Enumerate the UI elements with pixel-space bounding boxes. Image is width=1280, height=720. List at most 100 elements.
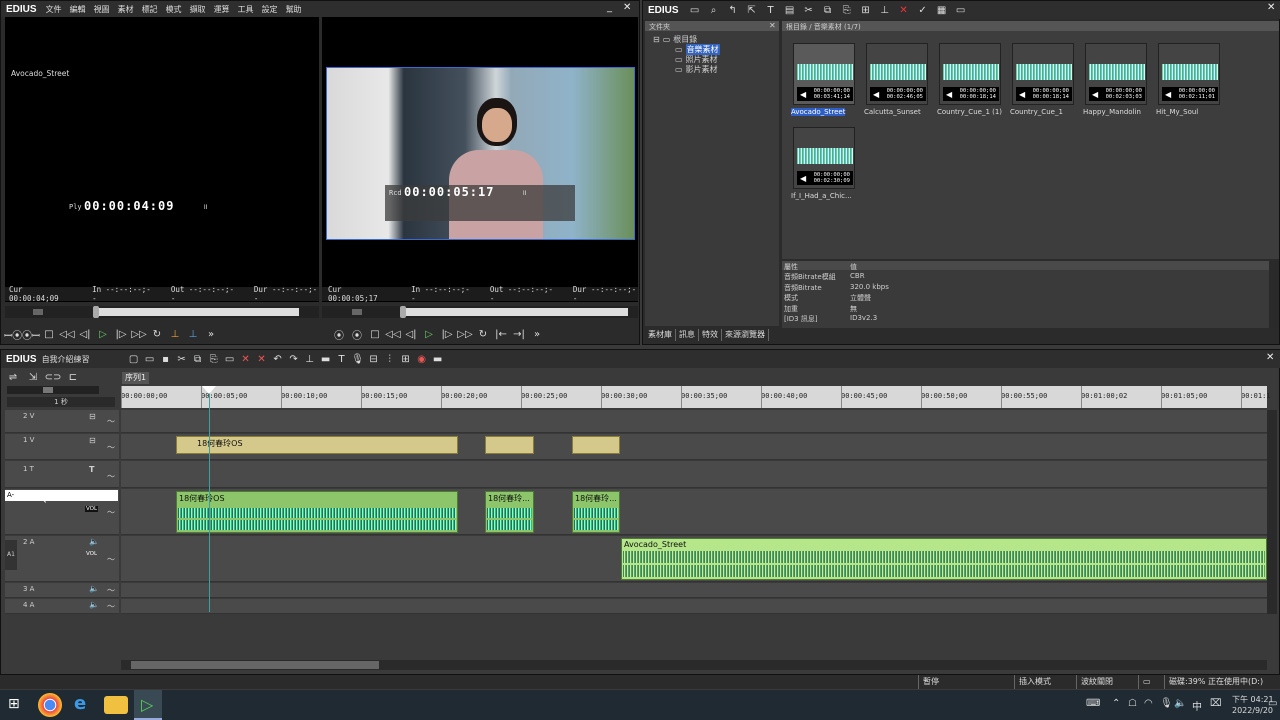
menu-help[interactable]: 幫助 bbox=[282, 4, 306, 15]
snap-icon[interactable]: ⇲ bbox=[25, 370, 41, 384]
time-scale[interactable]: 1 秒 bbox=[7, 397, 115, 407]
video-clip[interactable]: 18何春玲OS bbox=[176, 436, 458, 454]
props-scrollbar[interactable] bbox=[1269, 261, 1279, 328]
set-in-icon[interactable]: ⦿ bbox=[331, 327, 347, 342]
more-icon[interactable]: » bbox=[203, 327, 219, 341]
collapse-icon[interactable]: ⊟ bbox=[653, 35, 660, 44]
color-bar-icon[interactable]: ▤ bbox=[782, 3, 798, 17]
clip-name[interactable]: Country_Cue_1 (1) bbox=[937, 108, 1002, 116]
new-sequence-icon[interactable]: ▢ bbox=[126, 352, 142, 366]
keyboard-icon[interactable]: ⌨ bbox=[1086, 698, 1100, 709]
menu-capture[interactable]: 擷取 bbox=[186, 4, 210, 15]
vertical-scrollbar[interactable] bbox=[1267, 410, 1277, 614]
track-name-input[interactable]: A- bbox=[5, 490, 118, 501]
rewind-icon[interactable]: ◁◁ bbox=[385, 327, 401, 341]
zoom-slider[interactable] bbox=[7, 386, 99, 394]
windows-start-icon[interactable]: ⊞ bbox=[8, 696, 20, 712]
track-header-2a[interactable]: A1 2 A 🔈 VOL 〜 bbox=[5, 536, 119, 582]
play-icon[interactable]: ▷ bbox=[421, 327, 437, 341]
track-1a[interactable]: 18何春玲OS 18何春玲... 18何春玲... bbox=[121, 489, 1267, 535]
clock-date[interactable]: 2022/9/20 bbox=[1232, 706, 1273, 715]
step-forward-icon[interactable]: |▷ bbox=[113, 327, 129, 341]
prev-edit-icon[interactable]: |← bbox=[493, 327, 509, 341]
group-icon[interactable]: ⊏ bbox=[65, 370, 81, 384]
tab-bin[interactable]: 素材庫 bbox=[645, 329, 676, 341]
chapter-icon[interactable]: ⊟ bbox=[366, 352, 382, 366]
chrome-icon[interactable] bbox=[38, 693, 62, 717]
folder-icon[interactable]: ▭ bbox=[687, 3, 703, 17]
undo-icon[interactable]: ↶ bbox=[270, 352, 286, 366]
menu-view[interactable]: 視圖 bbox=[90, 4, 114, 15]
sequence-tab[interactable]: 序列1 bbox=[122, 372, 150, 384]
menu-mode[interactable]: 模式 bbox=[162, 4, 186, 15]
clip-thumbnail[interactable]: ◀ 00:00:00;00 00:02:30;09 bbox=[793, 127, 855, 189]
copy-icon[interactable]: ⧉ bbox=[190, 352, 206, 366]
track-3a[interactable] bbox=[121, 583, 1267, 598]
status-monitor-icon[interactable]: ▭ bbox=[1138, 675, 1162, 689]
clip-name[interactable]: Calcutta_Sunset bbox=[864, 108, 921, 116]
timeline-icon[interactable]: ⊥ bbox=[877, 3, 893, 17]
title-track-icon[interactable]: T bbox=[89, 465, 94, 474]
export-icon[interactable]: ⊞ bbox=[398, 352, 414, 366]
track-header-2v[interactable]: 2 V ⊟ 〜 bbox=[5, 410, 119, 433]
sync-icon[interactable]: ⇌ bbox=[5, 370, 21, 384]
playhead[interactable] bbox=[209, 386, 210, 612]
ripple-delete-icon[interactable]: ✕ bbox=[254, 352, 270, 366]
minimize-icon[interactable]: _ bbox=[607, 2, 612, 13]
set-in-icon[interactable]: ꟷ⦿ bbox=[4, 327, 22, 342]
mixer-icon[interactable]: 〜 bbox=[107, 601, 115, 612]
tab-source-browser[interactable]: 來源瀏覽器 bbox=[722, 329, 769, 341]
clip-name[interactable]: Avocado_Street bbox=[791, 108, 846, 116]
status-mode[interactable]: 插入模式 bbox=[1014, 675, 1076, 689]
track-header-4a[interactable]: 4 A 🔈 〜 bbox=[5, 599, 119, 614]
clip-thumbnail[interactable]: ◀ 00:00:00;00 00:00:18;14 bbox=[1012, 43, 1074, 105]
audio-clip[interactable]: 18何春玲... bbox=[485, 491, 534, 533]
track-4a[interactable] bbox=[121, 599, 1267, 614]
tab-effects[interactable]: 特效 bbox=[699, 329, 722, 341]
delete-icon[interactable]: ✕ bbox=[896, 3, 912, 17]
clip-name[interactable]: Country_Cue_1 bbox=[1010, 108, 1063, 116]
edius-taskbar-icon[interactable]: ▷ bbox=[134, 690, 162, 720]
step-back-icon[interactable]: ◁| bbox=[403, 327, 419, 341]
title-icon[interactable]: T bbox=[763, 3, 779, 17]
volume-label[interactable]: VOL bbox=[85, 506, 99, 512]
timeline-scrollbar[interactable] bbox=[121, 660, 1267, 670]
speaker-icon[interactable]: 🔈 bbox=[89, 584, 99, 593]
tree-item-videos[interactable]: ▭ 影片素材 bbox=[675, 64, 718, 75]
loop-icon[interactable]: ↻ bbox=[475, 327, 491, 341]
notification-icon[interactable]: ▭ bbox=[1268, 698, 1277, 709]
player-scrub-handle[interactable] bbox=[93, 306, 99, 318]
track-2a[interactable]: Avocado_Street bbox=[121, 536, 1267, 582]
open-clip-icon[interactable]: ⇱ bbox=[744, 3, 760, 17]
menu-tools[interactable]: 工具 bbox=[234, 4, 258, 15]
close-icon[interactable]: ✕ bbox=[623, 2, 631, 13]
clip-name[interactable]: Happy_Mandolin bbox=[1083, 108, 1141, 116]
audio-clip[interactable]: 18何春玲... bbox=[572, 491, 620, 533]
search-icon[interactable]: ⌕ bbox=[706, 3, 722, 17]
render-icon[interactable]: ◉ bbox=[414, 352, 430, 366]
ime-indicator[interactable]: 中 bbox=[1192, 698, 1202, 713]
stop-icon[interactable]: □ bbox=[367, 327, 383, 341]
paste-icon[interactable]: ⎘ bbox=[839, 3, 855, 17]
a1-patch-label[interactable]: A1 bbox=[5, 540, 17, 570]
fast-forward-icon[interactable]: ▷▷ bbox=[131, 327, 147, 341]
more-icon[interactable]: » bbox=[529, 327, 545, 341]
menu-render[interactable]: 運算 bbox=[210, 4, 234, 15]
clip-thumbnail[interactable]: ◀ 00:00:00;00 00:02:03;03 bbox=[1085, 43, 1147, 105]
audio-clip[interactable]: Avocado_Street bbox=[621, 538, 1267, 580]
track-1t[interactable] bbox=[121, 461, 1267, 488]
file-explorer-icon[interactable] bbox=[104, 696, 128, 714]
menu-marker[interactable]: 標記 bbox=[138, 4, 162, 15]
add-to-timeline-icon[interactable]: ⊞ bbox=[858, 3, 874, 17]
menu-edit[interactable]: 編輯 bbox=[66, 4, 90, 15]
ime-mode-icon[interactable]: ⌧ bbox=[1210, 698, 1222, 709]
edge-icon[interactable]: e bbox=[74, 693, 86, 714]
track-header-3a[interactable]: 3 A 🔈 〜 bbox=[5, 583, 119, 598]
track-1v[interactable]: 18何春玲OS bbox=[121, 434, 1267, 460]
delete-icon[interactable]: ✕ bbox=[238, 352, 254, 366]
clip-name[interactable]: If_I_Had_a_Chic... bbox=[791, 192, 852, 200]
properties-icon[interactable]: ✓ bbox=[915, 3, 931, 17]
clip-thumbnail[interactable]: ◀ 00:00:00;00 00:02:11;01 bbox=[1158, 43, 1220, 105]
menu-clip[interactable]: 素材 bbox=[114, 4, 138, 15]
track-header-1a[interactable]: A- ↖ VOL 〜 bbox=[5, 489, 119, 535]
